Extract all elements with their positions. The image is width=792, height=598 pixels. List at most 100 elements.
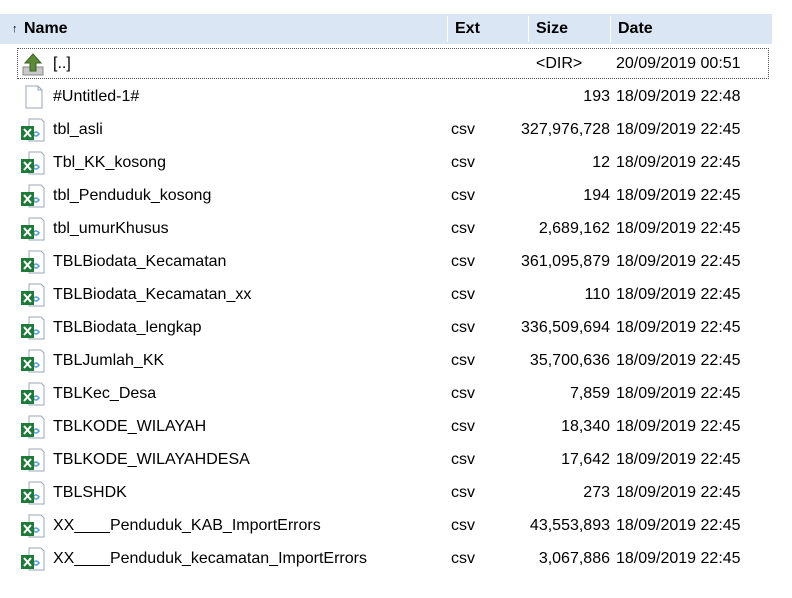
file-size: 336,509,694: [521, 319, 610, 336]
file-date: 18/09/2019 22:48: [616, 88, 741, 105]
file-row[interactable]: XX____Penduduk_kecamatan_ImportErrors csv…: [16, 542, 770, 575]
file-ext: csv: [451, 121, 475, 138]
file-ext: csv: [451, 451, 475, 468]
file-size: 7,859: [569, 385, 610, 402]
column-header-size[interactable]: Size: [536, 14, 568, 44]
file-date: 18/09/2019 22:45: [616, 352, 741, 369]
file-name: XX____Penduduk_kecamatan_ImportErrors: [53, 550, 367, 567]
column-header-ext[interactable]: Ext: [455, 14, 480, 44]
excel-file-icon: [20, 282, 46, 308]
file-ext: csv: [451, 418, 475, 435]
file-row[interactable]: TBLBiodata_lengkap csv 336,509,694 18/09/20…: [16, 311, 770, 344]
file-size: 327,976,728: [521, 121, 610, 138]
file-ext: csv: [451, 484, 475, 501]
blank-file-icon: [20, 84, 46, 110]
dir-label: <DIR>: [536, 55, 583, 72]
file-size: 17,642: [561, 451, 610, 468]
excel-file-icon: [20, 414, 46, 440]
file-size: 3,067,886: [538, 550, 610, 567]
file-name: Tbl_KK_kosong: [53, 154, 166, 171]
file-ext: csv: [451, 187, 475, 204]
file-name: TBLBiodata_Kecamatan_xx: [53, 286, 252, 303]
file-ext: csv: [451, 550, 475, 567]
file-row[interactable]: TBLJumlah_KK csv 35,700,636 18/09/2019 22:4…: [16, 344, 770, 377]
file-size: 193: [583, 88, 610, 105]
file-name: TBLSHDK: [53, 484, 127, 501]
excel-file-icon: [20, 348, 46, 374]
file-date: 18/09/2019 22:45: [616, 319, 741, 336]
excel-file-icon: [20, 216, 46, 242]
file-name: TBLBiodata_Kecamatan: [53, 253, 227, 270]
file-name: TBLKODE_WILAYAH: [53, 418, 207, 435]
excel-file-icon: [20, 150, 46, 176]
file-size: 110: [584, 286, 610, 303]
file-name: [..]: [53, 55, 71, 72]
file-date: 18/09/2019 22:45: [616, 154, 741, 171]
file-list-panel: ↑ Name Ext Size Date [..] <DIR> 20/09/20…: [0, 0, 792, 598]
file-name: tbl_Penduduk_kosong: [53, 187, 212, 204]
file-size: 18,340: [561, 418, 610, 435]
excel-file-icon: [20, 447, 46, 473]
file-ext: csv: [451, 220, 475, 237]
file-date: 18/09/2019 22:45: [616, 517, 741, 534]
file-row[interactable]: TBLBiodata_Kecamatan_xx csv 110 18/09/2019 …: [16, 278, 770, 311]
file-date: 18/09/2019 22:45: [616, 286, 741, 303]
column-separator[interactable]: [528, 16, 529, 42]
file-date: 20/09/2019 00:51: [616, 55, 741, 72]
file-name: tbl_umurKhusus: [53, 220, 169, 237]
column-separator[interactable]: [610, 16, 611, 42]
excel-file-icon: [20, 513, 46, 539]
file-ext: csv: [451, 517, 475, 534]
file-row[interactable]: tbl_umurKhusus csv 2,689,162 18/09/2019 22:…: [16, 212, 770, 245]
file-row[interactable]: Tbl_KK_kosong csv 12 18/09/2019 22:45: [16, 146, 770, 179]
file-date: 18/09/2019 22:45: [616, 550, 741, 567]
file-name: TBLBiodata_lengkap: [53, 319, 202, 336]
file-size: 43,553,893: [529, 517, 610, 534]
file-ext: csv: [451, 385, 475, 402]
column-header-bar: ↑ Name Ext Size Date: [0, 14, 772, 44]
file-ext: csv: [451, 352, 475, 369]
excel-file-icon: [20, 117, 46, 143]
file-date: 18/09/2019 22:45: [616, 220, 741, 237]
file-date: 18/09/2019 22:45: [616, 451, 741, 468]
excel-file-icon: [20, 183, 46, 209]
column-header-name[interactable]: Name: [24, 14, 68, 44]
file-size: 273: [583, 484, 610, 501]
parent-directory-row[interactable]: [..] <DIR> 20/09/2019 00:51: [16, 47, 770, 80]
file-date: 18/09/2019 22:45: [616, 253, 741, 270]
file-size: 2,689,162: [538, 220, 610, 237]
file-date: 18/09/2019 22:45: [616, 121, 741, 138]
excel-file-icon: [20, 249, 46, 275]
file-row[interactable]: TBLSHDK csv 273 18/09/2019 22:45: [16, 476, 770, 509]
file-name: #Untitled-1#: [53, 88, 140, 105]
file-ext: csv: [451, 319, 475, 336]
file-size: 12: [592, 154, 610, 171]
column-header-date[interactable]: Date: [618, 14, 653, 44]
file-date: 18/09/2019 22:45: [616, 484, 741, 501]
file-name: TBLKec_Desa: [53, 385, 157, 402]
file-row[interactable]: TBLKec_Desa csv 7,859 18/09/2019 22:45: [16, 377, 770, 410]
file-row[interactable]: TBLBiodata_Kecamatan csv 361,095,879 18/09/…: [16, 245, 770, 278]
sort-ascending-icon: ↑: [12, 23, 18, 35]
file-name: TBLKODE_WILAYAHDESA: [53, 451, 250, 468]
file-name: TBLJumlah_KK: [53, 352, 165, 369]
file-row[interactable]: TBLKODE_WILAYAH csv 18,340 18/09/2019 22:45: [16, 410, 770, 443]
file-row[interactable]: tbl_Penduduk_kosong csv 194 18/09/2019 22:4…: [16, 179, 770, 212]
file-size: 194: [583, 187, 610, 204]
column-separator[interactable]: [447, 16, 448, 42]
file-size: 35,700,636: [529, 352, 610, 369]
file-ext: csv: [451, 286, 475, 303]
file-name: XX____Penduduk_KAB_ImportErrors: [53, 517, 321, 534]
file-row[interactable]: XX____Penduduk_KAB_ImportErrors csv 43,553…: [16, 509, 770, 542]
file-date: 18/09/2019 22:45: [616, 385, 741, 402]
file-date: 18/09/2019 22:45: [616, 187, 741, 204]
file-row[interactable]: TBLKODE_WILAYAHDESA csv 17,642 18/09/2019 2…: [16, 443, 770, 476]
file-date: 18/09/2019 22:45: [616, 418, 741, 435]
file-size: 361,095,879: [521, 253, 610, 270]
excel-file-icon: [20, 381, 46, 407]
file-row[interactable]: tbl_asli csv 327,976,728 18/09/2019 22:45: [16, 113, 770, 146]
file-ext: csv: [451, 253, 475, 270]
file-row[interactable]: #Untitled-1# 193 18/09/2019 22:48: [16, 80, 770, 113]
file-name: tbl_asli: [53, 121, 103, 138]
excel-file-icon: [20, 480, 46, 506]
